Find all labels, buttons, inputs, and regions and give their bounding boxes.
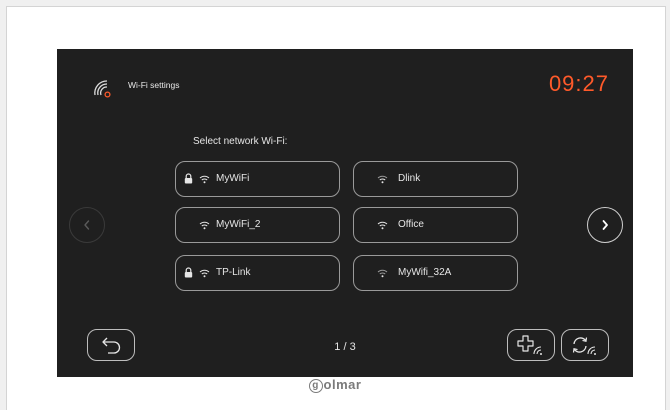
wifi-signal-icon	[199, 221, 210, 230]
network-button-office[interactable]: Office	[353, 207, 518, 243]
monitor-frame: Wi-Fi settings 09:27 Select network Wi-F…	[6, 6, 666, 410]
screen: Wi-Fi settings 09:27 Select network Wi-F…	[57, 49, 633, 377]
chevron-right-icon	[602, 220, 608, 230]
brand-logo: g olmar	[0, 377, 670, 393]
network-name: MyWiFi	[216, 173, 250, 184]
network-button-tp-link[interactable]: TP-Link	[175, 255, 340, 291]
network-button-dlink[interactable]: Dlink	[353, 161, 518, 197]
page-title: Wi-Fi settings	[128, 80, 180, 90]
wifi-signal-icon	[377, 175, 388, 184]
network-button-mywifi-2[interactable]: MyWiFi_2	[175, 207, 340, 243]
clock: 09:27	[548, 71, 609, 96]
wifi-signal-icon	[377, 221, 388, 230]
network-name: Dlink	[398, 173, 421, 184]
brand-mark: g	[308, 378, 323, 393]
network-button-mywifi[interactable]: MyWiFi	[175, 161, 340, 197]
add-network-button[interactable]	[507, 329, 555, 361]
add-network-icon	[517, 335, 542, 355]
next-page-button[interactable]	[587, 207, 623, 243]
select-network-prompt: Select network Wi-Fi:	[193, 136, 288, 147]
network-name: MyWifi_32A	[398, 267, 452, 278]
brand-name: olmar	[323, 377, 362, 392]
network-name: MyWiFi_2	[216, 219, 261, 230]
wifi-signal-icon	[377, 269, 388, 278]
wifi-settings-icon	[94, 80, 111, 98]
refresh-networks-icon	[572, 337, 596, 355]
refresh-networks-button[interactable]	[561, 329, 609, 361]
wifi-signal-icon	[199, 175, 210, 184]
chevron-left-icon	[84, 220, 90, 230]
lock-icon	[184, 267, 193, 278]
network-button-mywifi-32a[interactable]: MyWifi_32A	[353, 255, 518, 291]
wifi-signal-icon	[199, 269, 210, 278]
lock-icon	[184, 173, 193, 184]
network-name: TP-Link	[216, 267, 251, 278]
previous-page-button[interactable]	[69, 207, 105, 243]
network-name: Office	[398, 219, 424, 230]
